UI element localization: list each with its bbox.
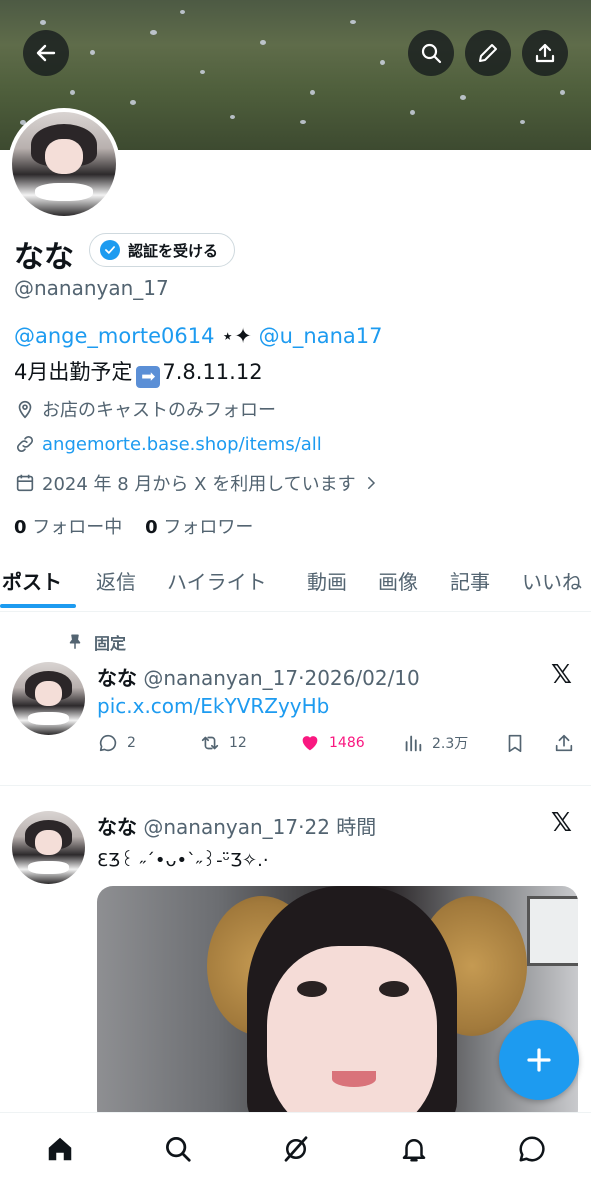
post-header: なな @nananyan_17·2026/02/10: [97, 666, 420, 690]
edit-button[interactable]: [465, 30, 511, 76]
post-avatar[interactable]: [12, 811, 85, 884]
profile-handle: @nananyan_17: [14, 276, 169, 300]
share-button[interactable]: [522, 30, 568, 76]
post-handle[interactable]: @nananyan_17: [143, 815, 298, 839]
reply-button[interactable]: 2: [97, 732, 136, 754]
followers-link[interactable]: 0 フォロワー: [145, 517, 253, 538]
heart-filled-icon: [302, 736, 318, 751]
compose-post-button[interactable]: [499, 1020, 579, 1100]
profile-avatar[interactable]: [8, 108, 120, 220]
upload-icon: [555, 734, 573, 752]
post-time[interactable]: 2026/02/10: [304, 666, 419, 690]
bookmark-icon: [508, 734, 522, 753]
post-share-button[interactable]: [553, 732, 575, 754]
post-time[interactable]: 22 時間: [304, 815, 376, 839]
search-icon: [421, 43, 442, 64]
repost-icon: [201, 736, 219, 750]
tab-articles[interactable]: 記事: [450, 566, 490, 595]
x-logo-icon: 𝕏: [551, 808, 572, 838]
tab-photos[interactable]: 画像: [378, 566, 418, 595]
calendar-icon: [16, 474, 34, 492]
post-avatar[interactable]: [12, 662, 85, 735]
bio-line-1: @ange_morte0614 ⋆✦ @u_nana17: [14, 324, 382, 348]
active-tab-indicator: [0, 604, 76, 608]
nav-grok[interactable]: [278, 1131, 314, 1167]
profile-website[interactable]: angemorte.base.shop/items/all: [14, 433, 322, 455]
repost-button[interactable]: 12: [199, 732, 247, 754]
grok-icon: [284, 1136, 308, 1162]
back-button[interactable]: [23, 30, 69, 76]
profile-joined[interactable]: 2024 年 8 月から X を利用しています: [14, 470, 380, 496]
arrow-left-icon: [36, 44, 56, 62]
nav-explore[interactable]: [160, 1131, 196, 1167]
get-verified-label: 認証を受ける: [128, 241, 219, 260]
pencil-icon: [479, 44, 497, 62]
pin-icon: [69, 634, 81, 649]
following-link[interactable]: 0 フォロー中: [14, 517, 122, 538]
reply-icon: [99, 734, 117, 752]
link-icon: [16, 435, 34, 453]
like-button[interactable]: 1486: [299, 732, 365, 754]
tab-replies[interactable]: 返信: [96, 566, 136, 595]
bio-mention-nana[interactable]: @u_nana17: [259, 324, 383, 348]
pinned-label: 固定: [66, 630, 126, 654]
chevron-right-icon: [367, 477, 375, 489]
search-icon: [166, 1137, 191, 1162]
bio-line-2: 4月出勤予定 ➡ 7.8.11.12: [14, 360, 263, 388]
post-text: ƐٛƷ꒰ ˶´•ᴗ•`˶꒱-ᵕ̈Ʒ✧.·: [97, 850, 269, 871]
display-name: なな: [14, 240, 74, 275]
post-author[interactable]: なな: [97, 815, 137, 839]
nav-notifications[interactable]: [396, 1131, 432, 1167]
post-author[interactable]: なな: [97, 666, 137, 690]
bookmark-button[interactable]: [504, 732, 526, 754]
analytics-icon: [405, 735, 422, 752]
post-photo[interactable]: [97, 886, 578, 1126]
profile-location: お店のキャストのみフォロー: [14, 396, 276, 422]
post-divider: [0, 785, 591, 786]
chat-bubble-icon: [519, 1136, 545, 1162]
follow-stats: 0 フォロー中 0 フォロワー: [14, 513, 253, 539]
bio-sparkle: ⋆✦: [221, 324, 252, 348]
profile-tabs: ポスト 返信 ハイライト 動画 画像 記事 いいね: [0, 556, 591, 612]
home-icon: [48, 1137, 72, 1161]
nav-home[interactable]: [42, 1131, 78, 1167]
right-arrow-emoji-icon: ➡: [136, 366, 161, 388]
bottom-navigation: [0, 1112, 591, 1199]
tab-highlights[interactable]: ハイライト: [167, 566, 267, 595]
post-actions: 2 12 1486 2.3万: [0, 732, 591, 760]
get-verified-button[interactable]: 認証を受ける: [89, 233, 236, 267]
tab-likes[interactable]: いいね: [522, 566, 582, 595]
location-pin-icon: [18, 400, 32, 419]
views-button[interactable]: 2.3万: [402, 732, 468, 754]
plus-icon: [527, 1048, 551, 1072]
verified-badge-icon: [100, 240, 120, 260]
post-handle[interactable]: @nananyan_17: [143, 666, 298, 690]
tab-videos[interactable]: 動画: [307, 566, 347, 595]
bell-icon: [402, 1139, 426, 1162]
upload-icon: [535, 43, 555, 63]
search-button[interactable]: [408, 30, 454, 76]
bio-mention-ange[interactable]: @ange_morte0614: [14, 324, 214, 348]
post-header: なな @nananyan_17·22 時間: [97, 815, 377, 839]
nav-messages[interactable]: [514, 1131, 550, 1167]
x-logo-icon: 𝕏: [551, 660, 572, 690]
post-media-link[interactable]: pic.x.com/EkYVRZyyHb: [97, 694, 329, 718]
tab-posts[interactable]: ポスト: [2, 566, 62, 595]
